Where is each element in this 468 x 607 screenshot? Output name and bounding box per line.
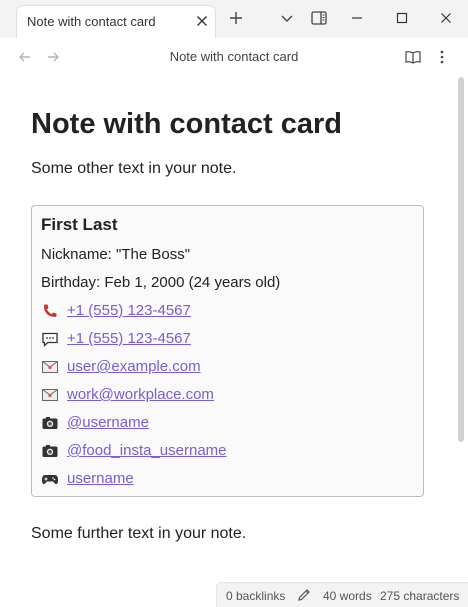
- contact-name: First Last: [41, 215, 118, 234]
- close-window-icon[interactable]: [437, 9, 455, 27]
- email-link[interactable]: user@example.com: [67, 358, 201, 375]
- food-instagram-link[interactable]: @food_insta_username: [67, 442, 227, 459]
- work-email-link[interactable]: work@workplace.com: [67, 386, 214, 403]
- contact-birthday: Birthday: Feb 1, 2000 (24 years old): [41, 274, 281, 291]
- word-count: 40 words: [323, 589, 372, 603]
- contact-card: First Last Nickname: "The Boss" Birthday…: [31, 205, 424, 497]
- scrollbar-thumb[interactable]: [458, 77, 464, 442]
- tab-title: Note with contact card: [27, 14, 156, 29]
- minimize-icon[interactable]: [348, 9, 366, 27]
- maximize-icon[interactable]: [393, 9, 411, 27]
- instagram-link[interactable]: @username: [67, 414, 149, 431]
- outro-paragraph: Some further text in your note.: [31, 525, 247, 542]
- close-tab-icon[interactable]: [193, 12, 211, 30]
- intro-paragraph: Some other text in your note.: [31, 160, 237, 177]
- camera-icon: [41, 442, 59, 460]
- backlinks-count[interactable]: 0 backlinks: [226, 589, 285, 603]
- message-link[interactable]: +1 (555) 123-4567: [67, 330, 191, 347]
- sidebar-toggle-icon[interactable]: [310, 9, 328, 27]
- gamepad-icon: [41, 470, 59, 488]
- message-icon: [41, 330, 59, 348]
- camera-icon: [41, 414, 59, 432]
- chevron-down-icon[interactable]: [278, 9, 296, 27]
- new-tab-icon[interactable]: [227, 9, 245, 27]
- envelope-icon: [41, 358, 59, 376]
- view-header-title[interactable]: Note with contact card: [0, 49, 468, 64]
- title-bar: Note with contact card: [0, 0, 468, 38]
- phone-link[interactable]: +1 (555) 123-4567: [67, 302, 191, 319]
- status-bar: 0 backlinks 40 words 275 characters: [216, 582, 468, 607]
- phone-icon: [41, 302, 59, 320]
- more-options-icon[interactable]: [433, 48, 451, 66]
- tab-note[interactable]: Note with contact card: [16, 5, 216, 38]
- scrollbar[interactable]: [458, 77, 464, 582]
- character-count: 275 characters: [380, 589, 460, 603]
- reading-view-book-icon[interactable]: [404, 48, 422, 66]
- view-header: Note with contact card: [0, 38, 468, 77]
- gaming-username-link[interactable]: username: [67, 470, 134, 487]
- pencil-icon[interactable]: [296, 587, 312, 606]
- envelope-icon: [41, 386, 59, 404]
- note-title: Note with contact card: [31, 108, 342, 140]
- contact-nickname: Nickname: "The Boss": [41, 246, 191, 263]
